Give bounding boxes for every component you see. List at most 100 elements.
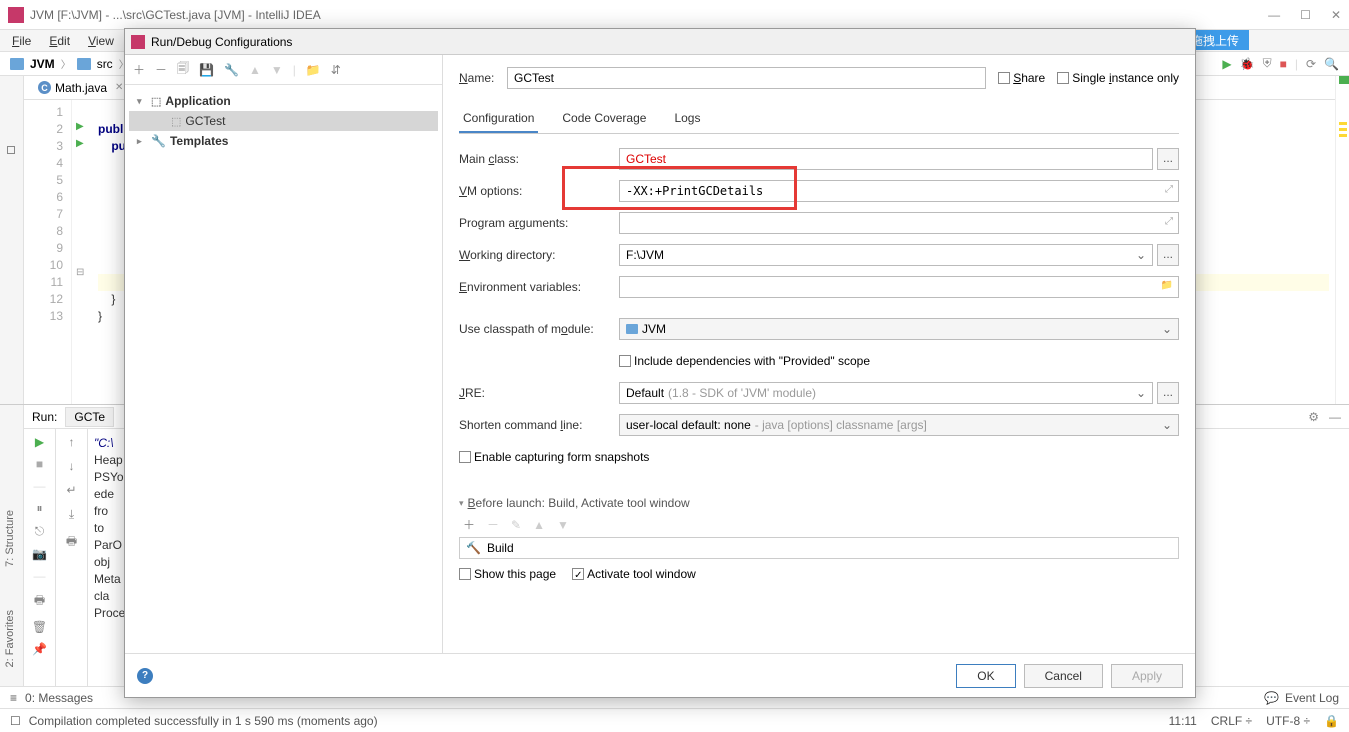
run-line-icon[interactable]: ▶	[76, 118, 92, 135]
jre-combo[interactable]: Default(1.8 - SDK of 'JVM' module)	[619, 382, 1153, 404]
copy-icon[interactable]: 🗐	[177, 59, 189, 80]
up-icon[interactable]: ▲	[249, 63, 261, 77]
wrench-icon[interactable]: 🔧	[224, 63, 239, 77]
share-checkbox[interactable]: Share	[998, 71, 1045, 85]
window-title-bar: JVM [F:\JVM] - ...\src\GCTest.java [JVM]…	[0, 0, 1349, 30]
browse-main-class[interactable]: ...	[1157, 148, 1179, 170]
remove-icon[interactable]: －	[155, 61, 167, 78]
sidebar-toolbar: ＋ － 🗐 💾 🔧 ▲ ▼ | 📁 ⇵	[125, 55, 442, 85]
tree-templates[interactable]: ▸ 🔧 Templates	[129, 131, 438, 151]
search-icon[interactable]: 🔍	[1324, 57, 1339, 71]
folder-icon[interactable]: 📁	[306, 63, 321, 77]
exit-icon[interactable]: ⎋	[35, 524, 45, 539]
env-vars-input[interactable]	[619, 276, 1179, 298]
breadcrumb-jvm[interactable]: JVM	[30, 57, 55, 71]
name-input[interactable]	[507, 67, 986, 89]
side-tab-structure[interactable]: 7: Structure	[4, 510, 16, 567]
browse-jre[interactable]: ...	[1157, 382, 1179, 404]
tab-coverage[interactable]: Code Coverage	[558, 105, 650, 133]
shorten-cmd-combo[interactable]: user-local default: none- java [options]…	[619, 414, 1179, 436]
toolbar-right: ▶ 🐞 ⛨ ■ | ⟳ 🔍	[1222, 56, 1339, 71]
remove-icon[interactable]: －	[487, 516, 499, 533]
expand-icon[interactable]: ⤢	[1165, 184, 1173, 195]
single-instance-checkbox[interactable]: Single instance only	[1057, 71, 1179, 85]
collapse-icon[interactable]: ⇵	[331, 63, 341, 77]
fold-icon[interactable]: ⊟	[76, 264, 92, 281]
stop-icon[interactable]: ■	[36, 457, 43, 471]
line-sep[interactable]: CRLF ÷	[1211, 714, 1252, 728]
show-this-page-checkbox[interactable]: Show this page	[459, 567, 556, 581]
messages-icon[interactable]: ≡	[10, 691, 17, 705]
rerun-icon[interactable]: ▶	[35, 435, 44, 449]
menu-edit[interactable]: Edit	[43, 32, 76, 50]
print-icon[interactable]: 🖶	[66, 532, 77, 553]
add-icon[interactable]: ＋	[133, 61, 145, 78]
folder-icon	[77, 58, 91, 70]
up-icon[interactable]: ▲	[533, 518, 545, 532]
git-icon[interactable]: ⟳	[1306, 57, 1316, 71]
dialog-header: Run/Debug Configurations	[125, 29, 1195, 55]
classpath-module-combo[interactable]: JVM	[619, 318, 1179, 340]
minimize-icon[interactable]: —	[1329, 410, 1341, 424]
program-args-input[interactable]	[619, 212, 1179, 234]
expand-icon[interactable]: ⤢	[1165, 216, 1173, 227]
side-tab-favorites[interactable]: 2: Favorites	[4, 610, 16, 667]
tree-application[interactable]: ▾ ⬚ Application	[129, 91, 438, 111]
stop-icon[interactable]: ■	[1280, 57, 1287, 71]
menu-view[interactable]: View	[82, 32, 120, 50]
coverage-icon[interactable]: ⛨	[1263, 56, 1272, 71]
close-tab-icon[interactable]: ✕	[115, 82, 123, 93]
scroll-icon[interactable]: ⤓	[69, 507, 74, 522]
tree-gctest[interactable]: ⬚ GCTest	[129, 111, 438, 131]
debug-icon[interactable]: 🐞	[1240, 57, 1255, 71]
window-controls[interactable]: — ☐ ✕	[1268, 8, 1341, 22]
form-snapshots-checkbox[interactable]: Enable capturing form snapshots	[459, 450, 649, 464]
maximize-icon[interactable]: ☐	[1300, 8, 1311, 22]
working-dir-combo[interactable]: F:\JVM	[619, 244, 1153, 266]
down-icon[interactable]: ↓	[69, 459, 75, 473]
include-deps-checkbox[interactable]: Include dependencies with "Provided" sco…	[619, 354, 870, 368]
run-icon[interactable]: ▶	[1222, 57, 1231, 71]
messages-tab[interactable]: 0: Messages	[25, 691, 93, 705]
encoding[interactable]: UTF-8 ÷	[1266, 714, 1310, 728]
tab-logs[interactable]: Logs	[670, 105, 704, 133]
run-tab[interactable]: GCTe	[65, 407, 114, 427]
folder-open-icon[interactable]: 📁	[1161, 280, 1173, 291]
before-launch-list[interactable]: 🔨 Build	[459, 537, 1179, 559]
edit-icon[interactable]: ✎	[511, 518, 521, 532]
upload-label: 拖拽上传	[1191, 32, 1239, 49]
activate-tool-window-checkbox[interactable]: Activate tool window	[572, 567, 696, 581]
run-toolbar: ▶ ■ — ⏸ ⎋ 📷 — 🖶 🗑 📌	[24, 429, 56, 698]
before-launch-header[interactable]: ▾ Before launch: Build, Activate tool wi…	[459, 496, 1179, 510]
apply-button[interactable]: Apply	[1111, 664, 1183, 688]
vm-options-input[interactable]	[619, 180, 1179, 202]
run-line-icon[interactable]: ▶	[76, 135, 92, 152]
wrap-icon[interactable]: ↵	[66, 483, 76, 497]
camera-icon[interactable]: 📷	[32, 547, 47, 561]
tab-configuration[interactable]: Configuration	[459, 105, 538, 133]
up-icon[interactable]: ↑	[69, 435, 75, 449]
bookmark-icon[interactable]	[7, 146, 15, 154]
menu-file[interactable]: FFileile	[6, 32, 37, 50]
editor-tab-math[interactable]: C Math.java ✕	[30, 77, 132, 99]
down-icon[interactable]: ▼	[557, 518, 569, 532]
gear-icon[interactable]: ⚙	[1308, 410, 1319, 424]
print-icon[interactable]: 🖶	[34, 591, 45, 612]
delete-icon[interactable]: 🗑	[32, 620, 47, 634]
breadcrumb-src[interactable]: src	[97, 57, 113, 71]
help-icon[interactable]: ?	[137, 668, 153, 684]
minimize-icon[interactable]: —	[1268, 8, 1280, 22]
main-class-input[interactable]	[619, 148, 1153, 170]
browse-working-dir[interactable]: ...	[1157, 244, 1179, 266]
ok-button[interactable]: OK	[956, 664, 1015, 688]
cancel-button[interactable]: Cancel	[1024, 664, 1103, 688]
pin-icon[interactable]: 📌	[32, 642, 47, 656]
save-icon[interactable]: 💾	[199, 63, 214, 77]
close-icon[interactable]: ✕	[1331, 8, 1341, 22]
add-icon[interactable]: ＋	[463, 516, 475, 533]
event-log-icon[interactable]: 💬	[1264, 691, 1279, 705]
down-icon[interactable]: ▼	[271, 63, 283, 77]
pause-icon[interactable]: ⏸	[36, 501, 42, 516]
event-log[interactable]: Event Log	[1285, 691, 1339, 705]
lock-icon[interactable]: 🔒	[1324, 714, 1339, 728]
